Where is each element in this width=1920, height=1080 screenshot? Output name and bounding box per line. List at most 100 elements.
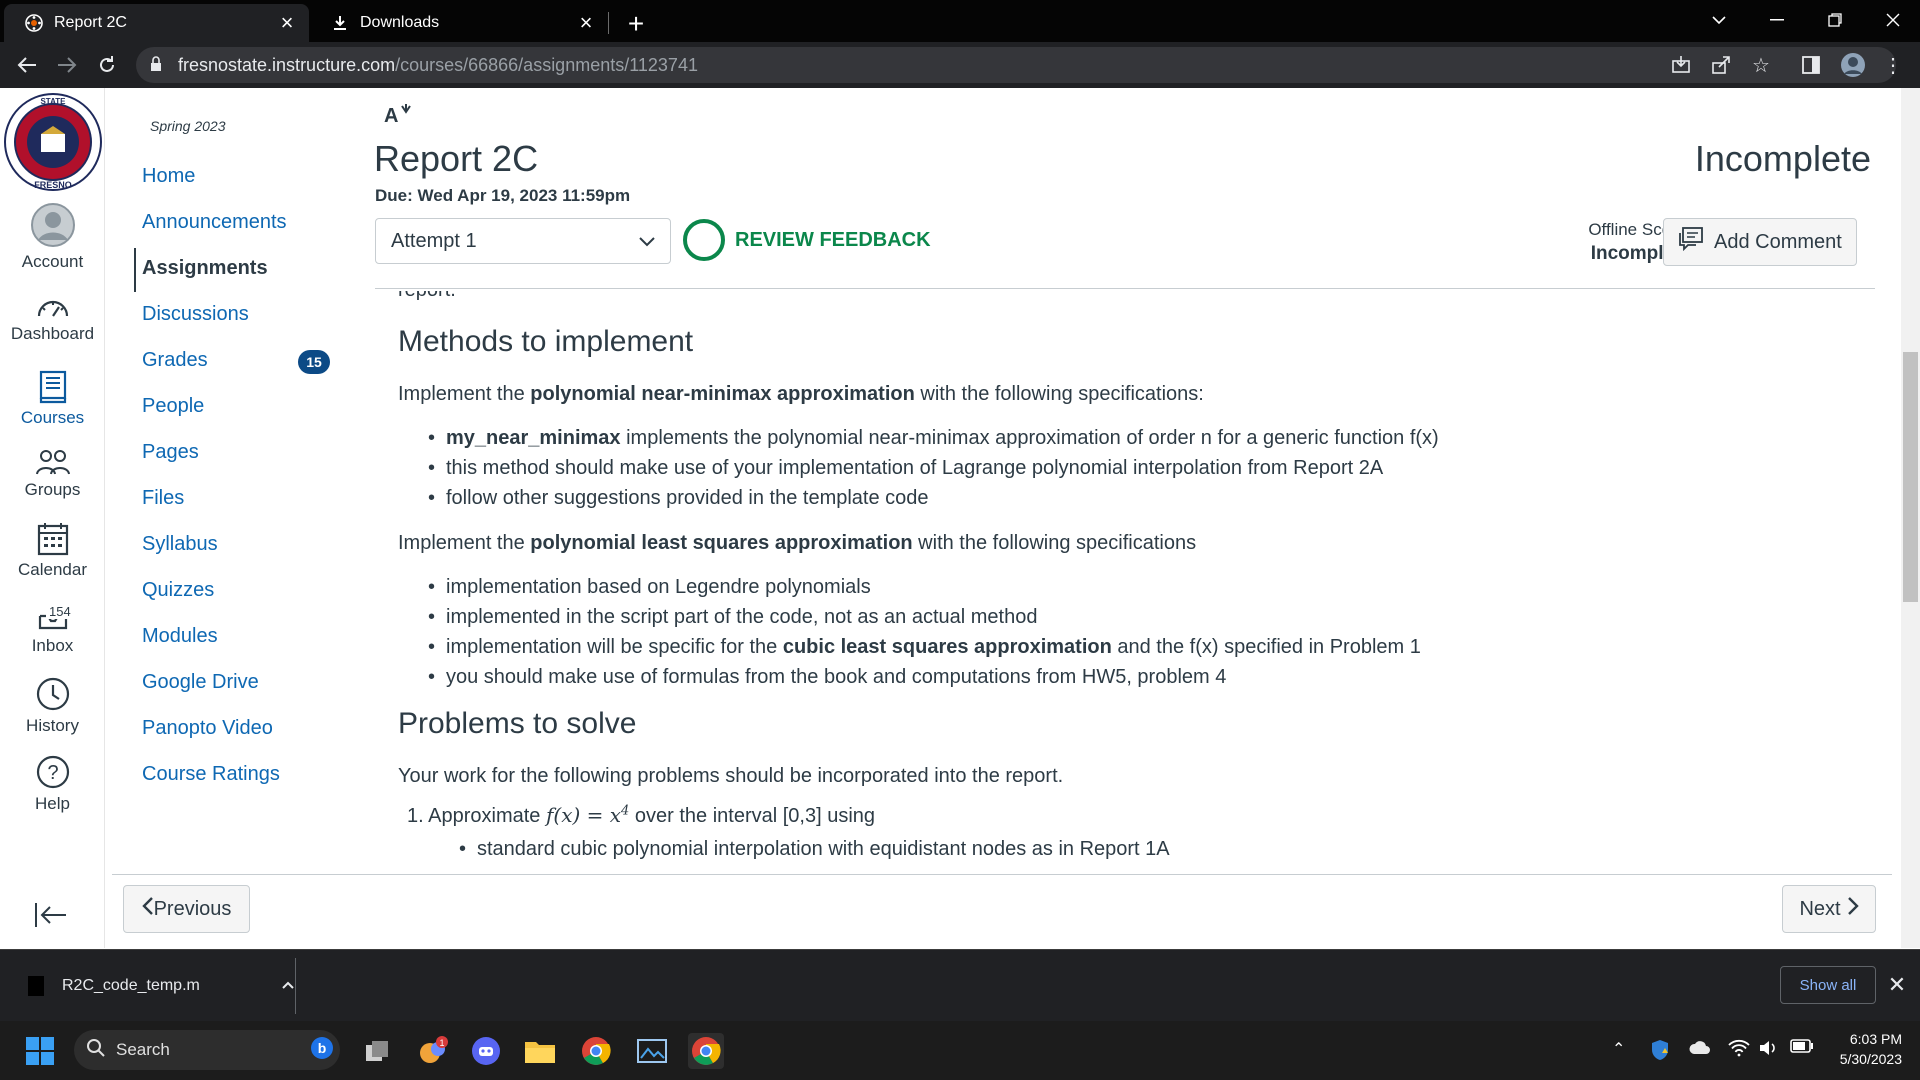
- chrome-menu-icon[interactable]: ⋮: [1878, 50, 1908, 80]
- global-nav-dashboard[interactable]: Dashboard: [0, 294, 105, 344]
- tab-close-icon[interactable]: ×: [273, 9, 301, 37]
- svg-text:STATE: STATE: [40, 97, 66, 106]
- battery-icon[interactable]: [1790, 1039, 1814, 1058]
- windows-taskbar: Search b 1 ⌃ 6:03 PM 5/30/2023: [0, 1021, 1920, 1080]
- global-nav-help[interactable]: ? Help: [0, 754, 105, 814]
- download-filename: R2C_code_temp.m: [62, 977, 200, 994]
- bold-text: polynomial least squares approximation: [530, 532, 913, 554]
- reload-button[interactable]: [92, 50, 122, 80]
- address-bar[interactable]: fresnostate.instructure.com/courses/6686…: [136, 47, 1896, 83]
- global-nav-history[interactable]: History: [0, 676, 105, 736]
- svg-text:b: b: [318, 1040, 327, 1056]
- previous-button[interactable]: Previous: [123, 885, 250, 933]
- global-nav-label: Inbox: [31, 636, 74, 655]
- groups-icon: [0, 448, 105, 476]
- taskbar-search[interactable]: Search b: [74, 1030, 340, 1070]
- install-app-icon[interactable]: [1666, 50, 1696, 80]
- course-nav-announcements[interactable]: Announcements: [142, 211, 287, 234]
- next-button[interactable]: Next: [1782, 885, 1876, 933]
- file-explorer-icon[interactable]: [522, 1033, 558, 1069]
- grades-count-badge: 15: [298, 350, 330, 374]
- chevron-right-icon: [1847, 896, 1859, 922]
- due-value: Wed Apr 19, 2023 11:59pm: [417, 186, 631, 205]
- minimize-button[interactable]: [1748, 0, 1806, 40]
- tab-close-icon[interactable]: ×: [572, 9, 600, 37]
- global-nav-calendar[interactable]: Calendar: [0, 522, 105, 580]
- review-feedback-button[interactable]: REVIEW FEEDBACK: [683, 219, 931, 261]
- chevron-up-icon[interactable]: [281, 977, 295, 995]
- grade-status: Incomplete: [1694, 138, 1871, 179]
- text: with the following specifications: [912, 532, 1197, 554]
- security-shield-icon[interactable]: [1650, 1039, 1670, 1066]
- tab-downloads[interactable]: Downloads ×: [310, 4, 608, 42]
- global-nav-label: Groups: [24, 480, 81, 499]
- course-nav-home[interactable]: Home: [142, 165, 195, 188]
- minimax-list: my_near_minimax implements the polynomia…: [428, 423, 1439, 513]
- course-nav-quizzes[interactable]: Quizzes: [142, 579, 214, 602]
- university-logo[interactable]: FRESNO STATE: [0, 90, 105, 199]
- course-nav-assignments[interactable]: Assignments: [142, 257, 268, 280]
- svg-text:FRESNO: FRESNO: [34, 180, 72, 190]
- download-item[interactable]: R2C_code_temp.m: [20, 950, 295, 1022]
- assignment-description: report. Methods to implement Implement t…: [398, 291, 1848, 959]
- tray-overflow-chevron-icon[interactable]: ⌃: [1612, 1039, 1625, 1059]
- text: Implement the: [398, 532, 531, 554]
- forward-button[interactable]: [52, 50, 82, 80]
- back-button[interactable]: [12, 50, 42, 80]
- volume-icon[interactable]: [1758, 1039, 1780, 1062]
- task-view-icon[interactable]: [360, 1033, 396, 1069]
- list-item: standard cubic polynomial interpolation …: [459, 834, 1170, 864]
- windows-start-icon[interactable]: [26, 1037, 54, 1065]
- side-panel-icon[interactable]: [1796, 50, 1826, 80]
- new-tab-button[interactable]: +: [620, 8, 652, 40]
- close-shelf-icon[interactable]: ✕: [1882, 970, 1912, 1000]
- immersive-reader-icon[interactable]: A: [384, 102, 412, 132]
- discord-icon[interactable]: [468, 1033, 504, 1069]
- photos-app-icon[interactable]: [634, 1033, 670, 1069]
- global-nav-account[interactable]: Account: [0, 202, 105, 272]
- course-nav-modules[interactable]: Modules: [142, 625, 218, 648]
- chevron-down-icon: [638, 231, 656, 257]
- global-nav-label: Calendar: [18, 560, 87, 579]
- inbox-unread-badge: 154: [46, 604, 74, 619]
- window-close-button[interactable]: [1864, 0, 1920, 40]
- attempt-select[interactable]: Attempt 1: [375, 218, 671, 264]
- scrollbar-thumb[interactable]: [1903, 352, 1918, 602]
- restore-button[interactable]: [1806, 0, 1864, 40]
- show-all-button[interactable]: Show all: [1780, 966, 1876, 1004]
- teams-chat-icon[interactable]: 1: [414, 1033, 450, 1069]
- share-icon[interactable]: [1706, 50, 1736, 80]
- collapse-nav-icon[interactable]: [34, 902, 70, 932]
- profile-avatar-icon[interactable]: [1838, 50, 1868, 80]
- tab-report-2c[interactable]: Report 2C ×: [4, 4, 309, 42]
- global-nav-courses[interactable]: Courses: [0, 370, 105, 428]
- taskbar-clock[interactable]: 6:03 PM 5/30/2023: [1820, 1029, 1902, 1069]
- search-label: Search: [116, 1040, 170, 1059]
- text: Approximate: [428, 805, 546, 827]
- course-nav-discussions[interactable]: Discussions: [142, 303, 249, 326]
- global-nav-label: Dashboard: [10, 324, 95, 343]
- course-nav-syllabus[interactable]: Syllabus: [142, 533, 218, 556]
- tab-search-chevron-icon[interactable]: [1690, 0, 1748, 40]
- courses-icon: [0, 370, 105, 404]
- add-comment-button[interactable]: Add Comment: [1663, 218, 1857, 266]
- course-nav-course-ratings[interactable]: Course Ratings: [142, 763, 280, 786]
- global-nav-label: Account: [21, 252, 84, 271]
- chrome-icon[interactable]: [578, 1033, 614, 1069]
- url-text: fresnostate.instructure.com/courses/6686…: [178, 55, 698, 76]
- tab-title: Downloads: [360, 14, 440, 31]
- list-item: you should make use of formulas from the…: [428, 662, 1421, 692]
- wifi-icon[interactable]: [1728, 1039, 1750, 1062]
- course-nav-google-drive[interactable]: Google Drive: [142, 671, 259, 694]
- chrome-active-icon[interactable]: [688, 1033, 724, 1069]
- onedrive-cloud-icon[interactable]: [1688, 1039, 1712, 1060]
- course-nav-panopto-video[interactable]: Panopto Video: [142, 717, 273, 740]
- heading-problems: Problems to solve: [398, 707, 637, 740]
- course-nav-people[interactable]: People: [142, 395, 204, 418]
- global-nav-inbox[interactable]: 154 Inbox: [0, 598, 105, 656]
- course-nav-pages[interactable]: Pages: [142, 441, 199, 464]
- course-nav-grades[interactable]: Grades: [142, 349, 208, 372]
- global-nav-groups[interactable]: Groups: [0, 448, 105, 500]
- course-nav-files[interactable]: Files: [142, 487, 184, 510]
- bookmark-star-icon[interactable]: ☆: [1746, 50, 1776, 80]
